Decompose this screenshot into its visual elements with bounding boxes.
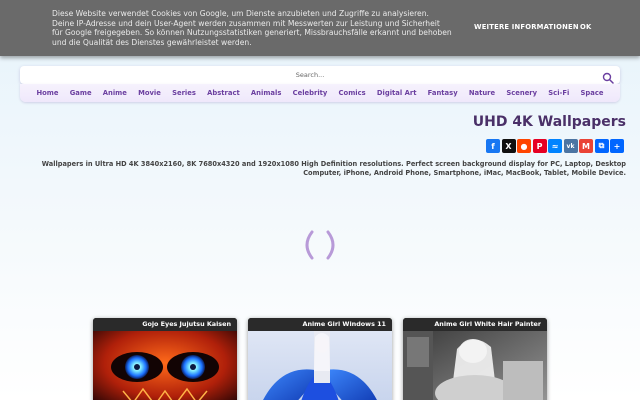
wallpaper-card[interactable]: Gojo Eyes Jujutsu Kaisen — [93, 318, 237, 400]
header: Home Game Anime Movie Series Abstract An… — [20, 66, 620, 102]
wallpaper-card[interactable]: Anime Girl White Hair Painter — [403, 318, 547, 400]
nav-item-scenery[interactable]: Scenery — [501, 84, 543, 102]
nav-item-home[interactable]: Home — [31, 84, 64, 102]
share-plus-icon[interactable]: + — [610, 139, 624, 153]
cookie-banner: Diese Website verwendet Cookies von Goog… — [0, 0, 640, 56]
nav-item-sci-fi[interactable]: Sci-Fi — [543, 84, 575, 102]
description-line-1: Wallpapers in Ultra HD 4K 3840x2160, 8K … — [41, 160, 626, 168]
site-title[interactable]: UHD 4K Wallpapers — [473, 114, 626, 130]
wallpaper-card[interactable]: Anime Girl Windows 11 — [248, 318, 392, 400]
card-title[interactable]: Anime Girl White Hair Painter — [403, 318, 547, 331]
nav-item-comics[interactable]: Comics — [333, 84, 371, 102]
nav-item-series[interactable]: Series — [166, 84, 201, 102]
nav-item-space[interactable]: Space — [575, 84, 609, 102]
pinterest-icon[interactable]: P — [532, 139, 547, 153]
gmail-icon[interactable]: M — [579, 139, 593, 153]
nav-item-anime[interactable]: Anime — [97, 84, 132, 102]
wallpaper-thumbnail[interactable] — [93, 331, 237, 400]
cookie-text: Diese Website verwendet Cookies von Goog… — [52, 9, 452, 47]
description-line-2: Computer, iPhone, Android Phone, Smartph… — [303, 169, 626, 177]
nav-item-digital-art[interactable]: Digital Art — [371, 84, 422, 102]
nav-item-nature[interactable]: Nature — [463, 84, 501, 102]
ok-button[interactable]: OK — [580, 23, 591, 31]
nav-item-movie[interactable]: Movie — [132, 84, 166, 102]
nav-item-abstract[interactable]: Abstract — [202, 84, 246, 102]
wallpaper-thumbnail[interactable] — [248, 331, 392, 400]
nav-item-fantasy[interactable]: Fantasy — [422, 84, 463, 102]
x-icon[interactable]: X — [501, 139, 516, 153]
search-input[interactable] — [20, 66, 600, 84]
copy-link-icon[interactable]: ⧉ — [594, 139, 609, 153]
nav-item-animals[interactable]: Animals — [245, 84, 287, 102]
nav-item-celebrity[interactable]: Celebrity — [287, 84, 333, 102]
card-title[interactable]: Anime Girl Windows 11 — [248, 318, 392, 331]
search-icon[interactable] — [602, 69, 614, 84]
site-description: Wallpapers in Ultra HD 4K 3840x2160, 8K … — [36, 160, 626, 178]
loading-spinner-icon — [300, 228, 340, 262]
wallpaper-thumbnail[interactable] — [403, 331, 547, 400]
main-nav: Home Game Anime Movie Series Abstract An… — [20, 84, 620, 102]
more-info-button[interactable]: WEITERE INFORMATIONEN — [474, 23, 579, 31]
facebook-icon[interactable]: f — [486, 139, 500, 153]
card-title[interactable]: Gojo Eyes Jujutsu Kaisen — [93, 318, 237, 331]
search-bar — [20, 66, 620, 84]
reddit-icon[interactable]: ● — [517, 139, 531, 153]
share-bar: f X ● P ≈ vk M ⧉ + — [486, 139, 624, 153]
messenger-icon[interactable]: ≈ — [548, 139, 562, 153]
nav-item-game[interactable]: Game — [64, 84, 97, 102]
vk-icon[interactable]: vk — [563, 139, 578, 153]
